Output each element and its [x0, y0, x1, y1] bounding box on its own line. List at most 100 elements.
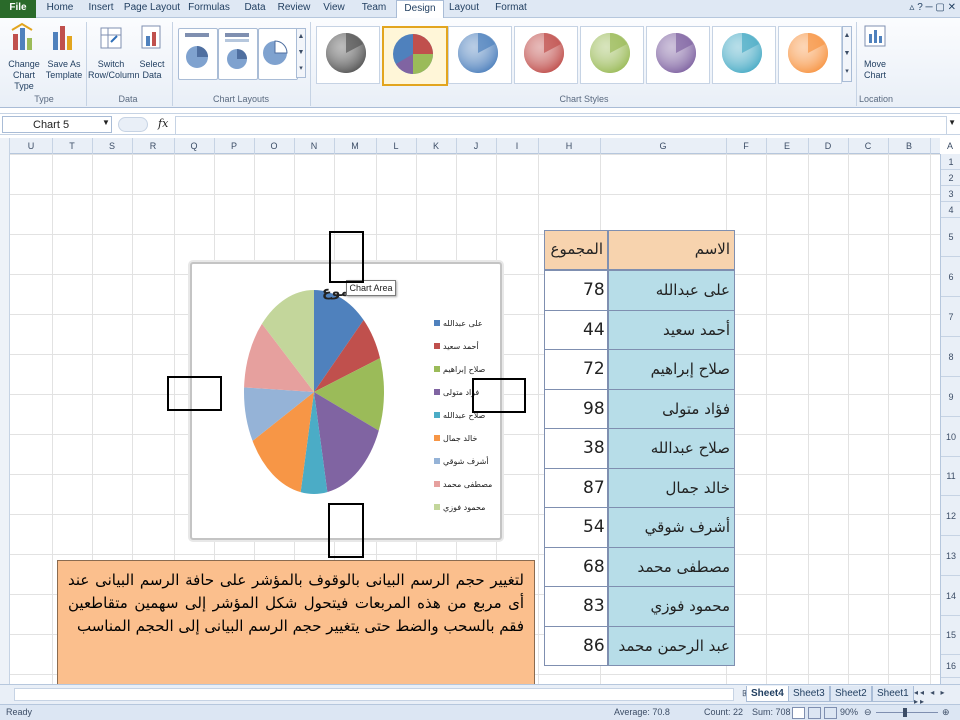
- chart-style-6[interactable]: [646, 26, 710, 84]
- change-chart-type-button[interactable]: Change Chart Type: [4, 22, 44, 92]
- column-header-E[interactable]: E: [766, 138, 809, 154]
- chart-style-8[interactable]: [778, 26, 842, 84]
- total-cell[interactable]: 98: [544, 388, 608, 429]
- column-header-T[interactable]: T: [52, 138, 93, 154]
- window-controls[interactable]: ▵ ? ─ ▢ ✕: [909, 2, 956, 13]
- chart-style-1[interactable]: [316, 26, 380, 84]
- switch-row-column-button[interactable]: Switch Row/Column: [88, 22, 140, 81]
- name-cell[interactable]: أشرف شوقي: [608, 507, 735, 548]
- column-header-Q[interactable]: Q: [174, 138, 215, 154]
- total-cell[interactable]: 72: [544, 349, 608, 390]
- row-header-12[interactable]: 12: [941, 496, 960, 536]
- row-header-7[interactable]: 7: [941, 297, 960, 337]
- row-header-14[interactable]: 14: [941, 576, 960, 616]
- move-chart-button[interactable]: Move Chart: [860, 22, 890, 81]
- resize-handle-bottom[interactable]: [328, 503, 364, 558]
- fx-icon[interactable]: fx: [158, 117, 168, 130]
- header-total-cell[interactable]: المجموع: [544, 230, 608, 270]
- column-header-R[interactable]: R: [132, 138, 175, 154]
- formula-input[interactable]: [175, 116, 947, 135]
- save-as-template-button[interactable]: Save As Template: [44, 22, 84, 81]
- header-name-cell[interactable]: الاسم: [608, 230, 735, 270]
- column-header-U[interactable]: U: [10, 138, 53, 154]
- column-header-O[interactable]: O: [254, 138, 295, 154]
- total-cell[interactable]: 86: [544, 625, 608, 666]
- name-box[interactable]: Chart 5: [2, 116, 112, 133]
- sheet-tab-sheet1[interactable]: Sheet1: [872, 686, 914, 702]
- tab-layout[interactable]: Layout: [444, 0, 484, 18]
- tab-view[interactable]: View: [316, 0, 352, 18]
- column-header-S[interactable]: S: [92, 138, 133, 154]
- tab-file[interactable]: File: [0, 0, 36, 18]
- zoom-slider-thumb[interactable]: [903, 708, 907, 717]
- total-cell[interactable]: 54: [544, 507, 608, 548]
- name-cell[interactable]: خالد جمال: [608, 467, 735, 508]
- column-header-B[interactable]: B: [888, 138, 931, 154]
- sheet-tab-sheet2[interactable]: Sheet2: [830, 686, 872, 702]
- chart-style-4[interactable]: [514, 26, 578, 84]
- chart-area[interactable]: على عبدالله أحمد سعيد صلاح إبراهيم فؤاد متو…: [190, 262, 502, 540]
- name-cell[interactable]: على عبدالله: [608, 270, 735, 311]
- tab-format[interactable]: Format: [488, 0, 534, 18]
- chart-layout-1[interactable]: [178, 28, 218, 80]
- total-cell[interactable]: 38: [544, 428, 608, 469]
- pie-chart[interactable]: على عبداللهأحمد سعيدصلاح إبراهيمفؤاد متو…: [192, 264, 500, 538]
- row-header-2[interactable]: 2: [941, 170, 960, 186]
- chart-style-2[interactable]: [382, 26, 448, 86]
- tab-formulas[interactable]: Formulas: [183, 0, 235, 18]
- column-header-P[interactable]: P: [214, 138, 255, 154]
- total-cell[interactable]: 83: [544, 586, 608, 627]
- tab-insert[interactable]: Insert: [82, 0, 120, 18]
- tab-team[interactable]: Team: [356, 0, 392, 18]
- name-cell[interactable]: صلاح عبدالله: [608, 428, 735, 469]
- resize-handle-left[interactable]: [167, 376, 222, 411]
- row-header-4[interactable]: 4: [941, 202, 960, 218]
- zoom-slider[interactable]: [876, 712, 938, 713]
- row-header-6[interactable]: 6: [941, 257, 960, 297]
- vertical-scrollbar[interactable]: [0, 138, 10, 684]
- column-header-F[interactable]: F: [726, 138, 767, 154]
- styles-more-button[interactable]: ▲ ▼ ▾: [842, 26, 852, 82]
- name-cell[interactable]: أحمد سعيد: [608, 309, 735, 350]
- select-data-button[interactable]: Select Data: [136, 22, 168, 81]
- column-header-K[interactable]: K: [416, 138, 457, 154]
- layouts-more-button[interactable]: ▲ ▼ ▾: [296, 28, 306, 78]
- tab-data[interactable]: Data: [239, 0, 271, 18]
- column-header-L[interactable]: L: [376, 138, 417, 154]
- resize-handle-right[interactable]: [472, 378, 526, 413]
- row-header-15[interactable]: 15: [941, 616, 960, 655]
- tab-review[interactable]: Review: [275, 0, 313, 18]
- row-header-1[interactable]: 1: [941, 154, 960, 170]
- name-cell[interactable]: عبد الرحمن محمد: [608, 625, 735, 666]
- name-cell[interactable]: صلاح إبراهيم: [608, 349, 735, 390]
- column-header-M[interactable]: M: [334, 138, 377, 154]
- sheet-tab-sheet4[interactable]: Sheet4: [746, 686, 789, 702]
- zoom-level[interactable]: 90%: [840, 707, 858, 717]
- chart-style-5[interactable]: [580, 26, 644, 84]
- tab-home[interactable]: Home: [41, 0, 79, 18]
- row-header-8[interactable]: 8: [941, 337, 960, 377]
- column-header-N[interactable]: N: [294, 138, 335, 154]
- chevron-down-icon[interactable]: ▼: [102, 118, 110, 127]
- page-break-view-icon[interactable]: [824, 707, 837, 719]
- total-cell[interactable]: 87: [544, 467, 608, 508]
- total-cell[interactable]: 44: [544, 309, 608, 350]
- row-header-11[interactable]: 11: [941, 457, 960, 496]
- row-header-3[interactable]: 3: [941, 186, 960, 202]
- chart-layout-3[interactable]: [258, 28, 298, 80]
- expand-formula-icon[interactable]: ▼: [948, 118, 956, 127]
- column-header-H[interactable]: H: [538, 138, 601, 154]
- chart-title[interactable]: موع: [322, 284, 349, 300]
- chart-layout-2[interactable]: [218, 28, 258, 80]
- name-cell[interactable]: محمود فوزي: [608, 586, 735, 627]
- zoom-in-icon[interactable]: ⊕: [942, 707, 950, 718]
- row-header-10[interactable]: 10: [941, 417, 960, 457]
- column-header-A[interactable]: A: [930, 138, 960, 154]
- name-cell[interactable]: فؤاد متولى: [608, 388, 735, 429]
- page-layout-view-icon[interactable]: [808, 707, 821, 719]
- row-header-16[interactable]: 16: [941, 655, 960, 678]
- row-header-5[interactable]: 5: [941, 218, 960, 257]
- tab-page-layout[interactable]: Page Layout: [123, 0, 181, 18]
- name-cell[interactable]: مصطفى محمد: [608, 546, 735, 587]
- horizontal-scrollbar[interactable]: [14, 688, 734, 701]
